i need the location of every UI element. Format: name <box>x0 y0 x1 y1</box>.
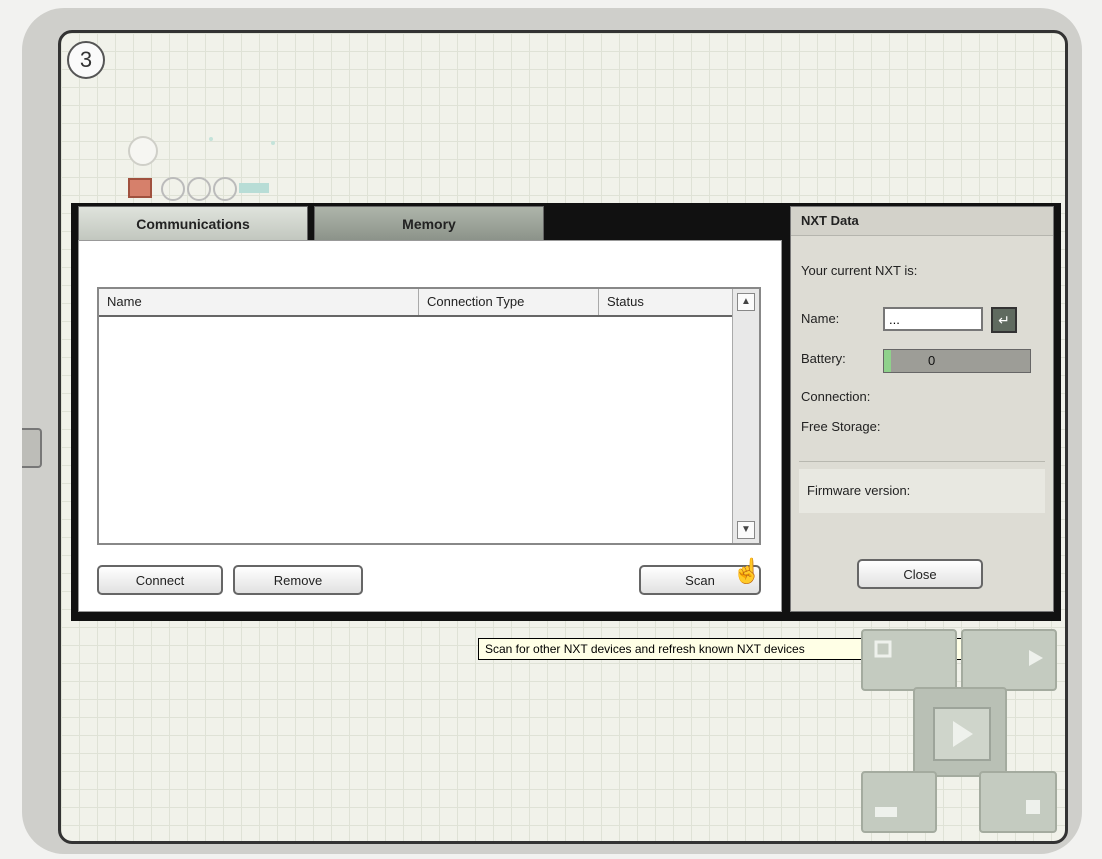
apply-name-icon[interactable]: ↵ <box>991 307 1017 333</box>
close-button[interactable]: Close <box>857 559 983 589</box>
panel-title: NXT Data <box>791 207 1053 236</box>
run-icon <box>933 707 991 761</box>
stop-button[interactable] <box>979 771 1057 833</box>
connection-label: Connection: <box>801 389 871 404</box>
vertical-scrollbar[interactable]: ▲ ▼ <box>732 289 759 543</box>
save-button[interactable] <box>861 771 937 833</box>
nxt-name-field[interactable] <box>883 307 983 331</box>
communications-panel: Name Connection Type Status ▲ ▼ Connect … <box>78 240 782 612</box>
column-header-name[interactable]: Name <box>99 289 419 315</box>
program-start-icon <box>128 136 275 201</box>
nxt-data-panel: NXT Data Your current NXT is: Name: ↵ Ba… <box>790 206 1054 612</box>
run-button[interactable] <box>913 687 1007 777</box>
free-storage-label: Free Storage: <box>801 419 881 434</box>
scroll-down-icon[interactable]: ▼ <box>737 521 755 539</box>
battery-meter: 0 <box>883 349 1031 373</box>
battery-value: 0 <box>928 353 936 368</box>
tab-communications[interactable]: Communications <box>78 206 308 240</box>
step-badge: 3 <box>67 41 105 79</box>
scroll-up-icon[interactable]: ▲ <box>737 293 755 311</box>
firmware-version-label: Firmware version: <box>799 469 1045 513</box>
tab-memory[interactable]: Memory <box>314 206 544 240</box>
stop-icon <box>1026 800 1040 814</box>
download-icon <box>1029 650 1043 666</box>
side-handle[interactable] <box>22 428 42 468</box>
battery-level-bar <box>884 350 892 372</box>
name-label: Name: <box>801 311 840 326</box>
save-icon <box>875 807 897 817</box>
hand-pointer-icon: ☝ <box>732 558 762 585</box>
connect-button[interactable]: Connect <box>97 565 223 595</box>
nxt-window: Communications Memory Name Connection Ty… <box>71 203 1061 660</box>
battery-label: Battery: <box>801 351 846 366</box>
remove-button[interactable]: Remove <box>233 565 363 595</box>
divider <box>799 461 1045 462</box>
column-header-status[interactable]: Status <box>599 289 733 315</box>
current-nxt-label: Your current NXT is: <box>801 263 918 278</box>
download-button[interactable] <box>961 629 1057 691</box>
device-list[interactable]: Name Connection Type Status ▲ ▼ <box>97 287 761 545</box>
nxt-controller <box>861 629 1057 833</box>
workspace-canvas: 3 Communications Memory Name Connection … <box>58 30 1068 844</box>
device-list-header: Name Connection Type Status <box>99 289 759 317</box>
upload-button[interactable] <box>861 629 957 691</box>
column-header-connection-type[interactable]: Connection Type <box>419 289 599 315</box>
upload-icon <box>874 640 892 658</box>
